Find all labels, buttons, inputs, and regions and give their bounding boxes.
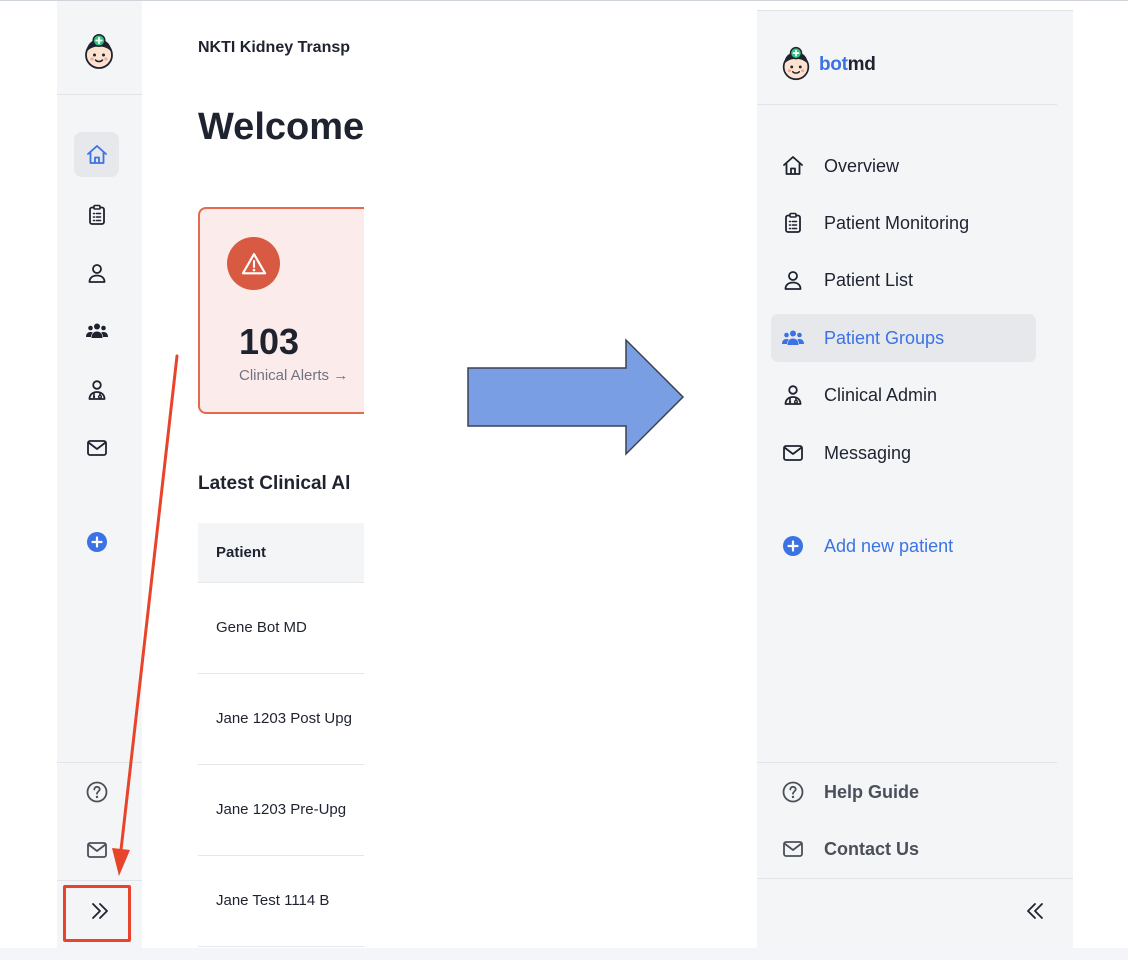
sidebar-item-label: Help Guide <box>824 781 920 802</box>
logo-word-md: md <box>847 54 876 75</box>
home-icon <box>85 143 109 167</box>
expanded-sidebar: botmd Overview Patient Monitoring Patien… <box>757 10 1073 949</box>
clipboard-icon <box>85 203 109 227</box>
double-chevron-left-icon <box>1023 899 1047 923</box>
red-highlight-box <box>63 885 131 942</box>
rail-patient-monitoring-button[interactable] <box>74 192 119 237</box>
clipboard-icon <box>781 211 805 235</box>
sidebar-item-label: Patient Groups <box>824 327 945 348</box>
welcome-heading: Welcome, <box>198 106 364 148</box>
sidebar-divider <box>757 878 1073 879</box>
table-row[interactable]: Jane Test 1114 B <box>198 856 364 947</box>
patient-name: Jane Test 1114 B <box>216 892 330 909</box>
bottom-band <box>0 948 1128 960</box>
home-icon <box>781 154 805 178</box>
users-icon <box>781 326 805 350</box>
add-new-patient-button[interactable]: Add new patient <box>771 522 1036 570</box>
sidebar-item-label: Patient Monitoring <box>824 212 970 233</box>
sidebar-item-label: Clinical Admin <box>824 384 938 405</box>
logo-word-bot: bot <box>819 54 848 75</box>
table-row[interactable]: Jane 1203 Post Upg <box>198 674 364 765</box>
sidebar-item-contact-us[interactable]: Contact Us <box>771 825 1036 873</box>
doctor-icon <box>781 383 805 407</box>
red-annotation-arrow <box>112 354 179 876</box>
mail-icon <box>781 441 805 465</box>
help-icon <box>781 780 805 804</box>
sidebar-item-clinical-admin[interactable]: Clinical Admin <box>771 371 1036 419</box>
rail-overview-button[interactable] <box>74 132 119 177</box>
collapse-sidebar-button[interactable] <box>1013 889 1057 933</box>
plus-circle-icon <box>781 534 805 558</box>
user-icon <box>781 268 805 292</box>
sidebar-item-label: Overview <box>824 155 900 176</box>
clinical-alerts-link[interactable]: Clinical Alerts → <box>239 367 348 384</box>
sidebar-item-overview[interactable]: Overview <box>771 142 1036 190</box>
sidebar-item-label: Messaging <box>824 442 912 463</box>
sidebar-item-messaging[interactable]: Messaging <box>771 429 1036 477</box>
sidebar-divider <box>57 94 142 95</box>
botmd-mascot-icon <box>777 46 815 84</box>
users-icon <box>85 319 109 343</box>
organization-name: NKTI Kidney Transp <box>198 39 351 56</box>
user-icon <box>85 261 109 285</box>
rail-patient-groups-button[interactable] <box>74 308 119 353</box>
sidebar-item-patient-list[interactable]: Patient List <box>771 256 1036 304</box>
sidebar-item-label: Patient List <box>824 269 914 290</box>
warning-icon <box>227 237 280 290</box>
sidebar-divider <box>757 762 1057 763</box>
add-patient-label: Add new patient <box>824 535 954 556</box>
patient-name: Gene Bot MD <box>216 619 307 636</box>
patient-name: Jane 1203 Post Upg <box>216 710 352 727</box>
sidebar-item-patient-monitoring[interactable]: Patient Monitoring <box>771 199 1036 247</box>
rail-patient-list-button[interactable] <box>74 250 119 295</box>
clinical-alerts-card[interactable]: 103 Clinical Alerts → <box>198 207 364 414</box>
table-row[interactable]: Gene Bot MD <box>198 583 364 674</box>
table-row[interactable]: Jane 1203 Pre-Upg <box>198 765 364 856</box>
patient-name: Jane 1203 Pre-Upg <box>216 801 347 818</box>
logo-wordmark: botmd <box>819 54 876 76</box>
latest-alerts-heading: Latest Clinical Al <box>198 473 351 494</box>
table-header: Patient <box>198 523 364 583</box>
botmd-mascot-icon[interactable] <box>79 33 119 73</box>
sidebar-item-label: Contact Us <box>824 838 920 859</box>
sidebar-item-patient-groups[interactable]: Patient Groups <box>771 314 1036 362</box>
alert-count: 103 <box>239 321 300 362</box>
sidebar-item-help-guide[interactable]: Help Guide <box>771 768 1036 816</box>
mail-icon <box>781 837 805 861</box>
sidebar-divider <box>757 104 1057 105</box>
blue-transition-arrow <box>467 338 685 456</box>
column-header-patient: Patient <box>216 544 267 561</box>
botmd-logo[interactable]: botmd <box>777 45 876 85</box>
